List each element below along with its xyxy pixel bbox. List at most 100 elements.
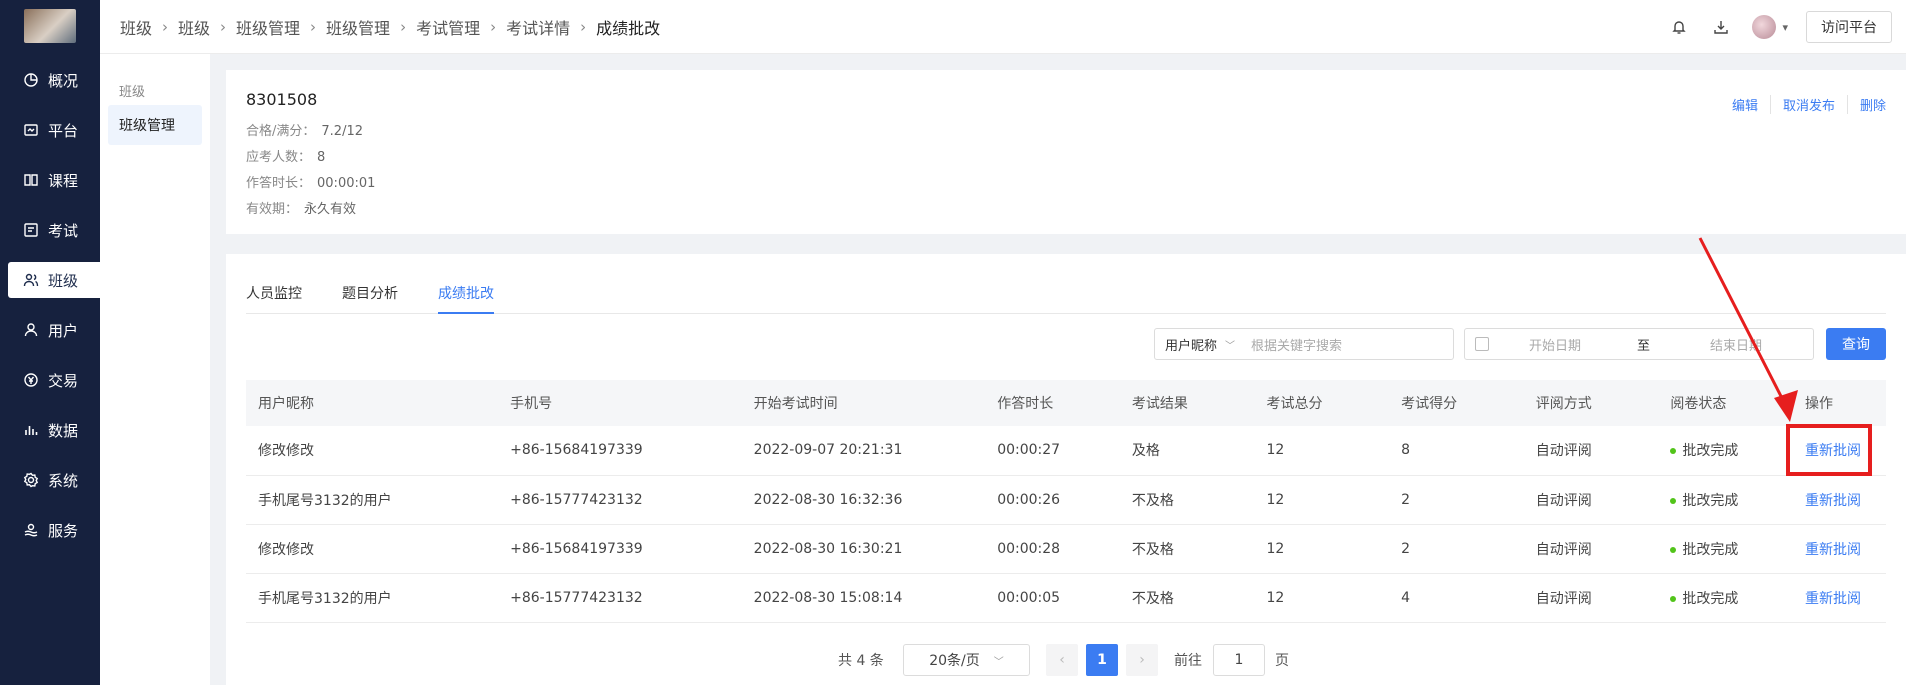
grading-table: 用户昵称 手机号 开始考试时间 作答时长 考试结果 考试总分 考试得分 评阅方式 阅卷状态 操作 …	[246, 380, 1886, 623]
status-dot-icon	[1670, 595, 1677, 602]
tab-grading[interactable]: 成绩批改	[438, 284, 494, 314]
tab-question-analysis[interactable]: 题目分析	[342, 284, 398, 314]
table-cell: 00:00:27	[997, 442, 1061, 459]
table-row: 手机尾号3132的用户 +86-15777423132 2022-08-30 16:…	[246, 475, 1886, 524]
pass-score-row: 合格/满分： 7.2/12	[246, 120, 363, 139]
sidebar-item-9[interactable]: 系统	[8, 462, 100, 498]
table-cell: 12	[1266, 540, 1285, 557]
sidebar-item-label: 平台	[48, 121, 79, 140]
start-date-input[interactable]: 开始日期	[1529, 335, 1621, 354]
subnav-item-class-management[interactable]: 班级管理	[108, 105, 202, 145]
table-cell: 自动评阅	[1535, 492, 1592, 509]
sidebar-item-8[interactable]: 数据	[8, 412, 100, 448]
sidebar-item-10[interactable]: 服务	[8, 512, 100, 548]
breadcrumb-item[interactable]: 班级	[120, 15, 152, 39]
sidebar-item-1[interactable]: 概况	[8, 62, 100, 98]
visit-platform-button[interactable]: 访问平台	[1806, 11, 1892, 43]
sidebar-item-label: 数据	[48, 421, 79, 440]
table-cell: 00:00:05	[997, 589, 1061, 606]
review-status: 批改完成	[1682, 541, 1739, 558]
sidebar-item-label: 考试	[48, 221, 79, 240]
avatar[interactable]	[1752, 15, 1777, 39]
breadcrumb-item[interactable]: 班级	[178, 15, 210, 39]
table-cell: 重新批阅	[1793, 573, 1886, 622]
sidebar-item-5[interactable]: 班级	[8, 262, 100, 298]
sidebar-item-6[interactable]: 用户	[8, 312, 100, 348]
sidebar-item-4[interactable]: 考试	[8, 212, 100, 248]
chevron-left-icon: ‹	[1059, 652, 1065, 668]
table-cell: 4	[1401, 589, 1410, 606]
sidebar-item-label: 交易	[48, 371, 79, 390]
review-status: 批改完成	[1682, 443, 1739, 460]
table-cell: 12	[1266, 589, 1285, 606]
sidebar-item-3[interactable]: 课程	[8, 162, 100, 198]
examinee-count-row: 应考人数： 8	[246, 146, 325, 165]
delete-link[interactable]: 删除	[1846, 95, 1886, 114]
regrade-link[interactable]: 重新批阅	[1805, 542, 1861, 558]
unpublish-link[interactable]: 取消发布	[1769, 95, 1847, 114]
regrade-link[interactable]: 重新批阅	[1805, 493, 1861, 509]
breadcrumb-item[interactable]: 考试管理	[416, 15, 480, 39]
page-unit-label: 页	[1275, 653, 1289, 669]
table-cell: 2022-09-07 20:21:31	[753, 442, 903, 459]
sidebar-item-2[interactable]: 平台	[8, 112, 100, 148]
next-page-button[interactable]: ›	[1126, 644, 1158, 676]
table-header-row: 用户昵称 手机号 开始考试时间 作答时长 考试结果 考试总分 考试得分 评阅方式 阅卷状态 操作	[246, 380, 1886, 426]
chevron-right-icon: ›	[400, 18, 407, 36]
review-status: 批改完成	[1682, 492, 1739, 509]
table-cell: 2022-08-30 16:30:21	[753, 540, 903, 557]
table-cell: 2022-08-30 15:08:14	[753, 589, 903, 606]
chevron-right-icon: ›	[162, 18, 169, 36]
table-header-cell: 开始考试时间	[753, 396, 838, 412]
breadcrumb-item[interactable]: 班级管理	[236, 15, 300, 39]
edit-link[interactable]: 编辑	[1732, 95, 1770, 114]
logo[interactable]	[24, 9, 76, 43]
page-number-current[interactable]: 1	[1086, 644, 1118, 676]
status-dot-icon	[1670, 448, 1677, 455]
class-group-icon	[22, 271, 40, 289]
chevron-down-icon: ﹀	[1225, 340, 1236, 352]
table-cell: 2	[1401, 540, 1410, 557]
breadcrumb-item[interactable]: 班级管理	[326, 15, 390, 39]
chevron-down-icon[interactable]: ▾	[1782, 21, 1788, 34]
page-size-select[interactable]: 20条/页 ﹀	[903, 644, 1030, 676]
breadcrumb: 班级 › 班级 › 班级管理 › 班级管理 › 考试管理 › 考试详情 › 成绩批改	[120, 0, 660, 54]
table-header-cell: 手机号	[510, 396, 553, 412]
prev-page-button[interactable]: ‹	[1046, 644, 1078, 676]
table-cell: 及格	[1131, 443, 1160, 460]
sidebar-item-label: 班级	[48, 271, 79, 290]
regrade-link[interactable]: 重新批阅	[1805, 591, 1861, 607]
grading-card: 人员监控 题目分析 成绩批改 用户昵称 ﹀ 根据关键字搜索 开始日期 至 结束日期…	[226, 254, 1906, 685]
exam-info-card: 8301508 合格/满分： 7.2/12 应考人数： 8 作答时长： 00:00:0…	[226, 70, 1906, 234]
breadcrumb-item[interactable]: 考试详情	[506, 15, 570, 39]
query-button[interactable]: 查询	[1826, 328, 1886, 360]
table-cell: 不及格	[1131, 541, 1174, 558]
table-cell: 自动评阅	[1535, 590, 1592, 607]
table-cell: 8	[1401, 442, 1410, 459]
chevron-right-icon: ›	[1139, 652, 1145, 668]
table-row: 修改修改 +86-15684197339 2022-08-30 16:30:21 00…	[246, 524, 1886, 573]
validity-label: 有效期：	[246, 202, 299, 217]
service-icon	[22, 521, 40, 539]
exam-icon	[22, 221, 40, 239]
status-dot-icon	[1670, 546, 1677, 553]
search-input[interactable]: 根据关键字搜索	[1245, 335, 1342, 354]
sidebar-item-label: 用户	[48, 321, 79, 340]
table-cell: 自动评阅	[1535, 443, 1592, 460]
download-icon[interactable]	[1710, 16, 1732, 38]
sidebar-item-label: 课程	[48, 171, 79, 190]
sidebar-item-7[interactable]: 交易	[8, 362, 100, 398]
table-header-cell: 考试得分	[1401, 396, 1458, 412]
bell-icon[interactable]	[1668, 16, 1690, 38]
search-filter: 用户昵称 ﹀ 根据关键字搜索	[1154, 328, 1454, 360]
goto-page-input[interactable]: 1	[1213, 644, 1265, 676]
table-cell: 修改修改	[258, 443, 314, 460]
top-bar: 班级 › 班级 › 班级管理 › 班级管理 › 考试管理 › 考试详情 › 成绩批改 ▾ 访问平台	[100, 0, 1906, 54]
table-cell: 批改完成	[1658, 426, 1793, 475]
tab-monitoring[interactable]: 人员监控	[246, 284, 302, 314]
field-select[interactable]: 用户昵称 ﹀	[1155, 335, 1245, 354]
duration-label: 作答时长：	[246, 176, 312, 191]
page-size-value: 20条/页	[929, 653, 980, 669]
yen-icon	[22, 371, 40, 389]
table-cell: 00:00:26	[997, 491, 1061, 508]
